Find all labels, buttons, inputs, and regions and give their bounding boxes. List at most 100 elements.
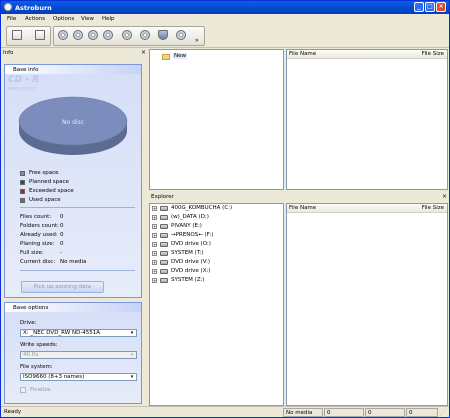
legend-swatch	[20, 180, 25, 185]
disc-settings-button[interactable]	[138, 29, 152, 45]
folder-icon	[162, 54, 170, 60]
write-speeds-label: Write speeds:	[20, 342, 58, 348]
stat-current-disc: Current disc: No media	[20, 259, 87, 265]
erase-disc-icon	[103, 30, 113, 40]
close-button[interactable]: ×	[436, 2, 446, 12]
base-options-title: Base options	[13, 305, 49, 311]
menu-actions[interactable]: Actions	[25, 16, 45, 22]
stat-already-used: Already used: 0	[20, 232, 64, 238]
expand-icon[interactable]: +	[152, 242, 157, 247]
minimize-button[interactable]: _	[414, 2, 424, 12]
expand-icon[interactable]: +	[152, 251, 157, 256]
status-value-3: 0	[406, 408, 438, 417]
toolbar-group-actions: »	[53, 26, 205, 46]
hard-drive-icon	[160, 206, 168, 211]
legend-swatch	[20, 198, 25, 203]
explorer-header: Explorer ×	[149, 193, 449, 202]
base-info-title: Base info	[13, 67, 39, 73]
cdr-watermark: CD - R	[8, 75, 40, 85]
status-bar: Ready No media 0 0 0 ⋰	[1, 406, 449, 417]
base-options-header: Base options	[5, 303, 141, 312]
title-bar: Astroburn _ □ ×	[1, 1, 449, 14]
menu-bar: File Actions Options View Help	[1, 14, 449, 24]
stat-files-count: Files count: 0	[20, 214, 64, 220]
project-tree-pane[interactable]: New	[149, 49, 284, 190]
stat-folders-count: Folders count: 0	[20, 223, 64, 229]
disc-usage-pie: No disc	[18, 96, 128, 155]
expand-icon[interactable]: +	[152, 278, 157, 283]
status-media: No media	[283, 408, 323, 417]
expand-icon[interactable]: +	[152, 215, 157, 220]
expand-icon[interactable]: +	[152, 269, 157, 274]
col-file-size[interactable]: File Size	[422, 205, 444, 211]
expand-icon[interactable]: +	[152, 206, 157, 211]
window-title: Astroburn	[15, 4, 52, 12]
divider	[20, 270, 135, 271]
toolbar-group-file	[6, 26, 51, 46]
explorer-file-list[interactable]: File Name File Size	[286, 203, 448, 406]
burn-disc-button[interactable]	[56, 29, 70, 45]
resize-grip-icon[interactable]: ⋰	[440, 410, 445, 416]
project-file-list[interactable]: File Name File Size	[286, 49, 448, 190]
stat-full-size: Full size: -	[20, 250, 62, 256]
save-image-button[interactable]	[86, 29, 100, 45]
hard-drive-icon	[160, 215, 168, 220]
menu-file[interactable]: File	[7, 16, 16, 22]
col-file-name[interactable]: File Name	[289, 51, 316, 57]
file-system-value: ISO9660 (8+3 names)	[23, 374, 85, 380]
hard-drive-icon	[160, 224, 168, 229]
maximize-button[interactable]: □	[425, 2, 435, 12]
copy-disc-icon	[73, 30, 83, 40]
file-system-label: File system:	[20, 364, 53, 370]
open-image-button[interactable]	[33, 29, 47, 45]
toolbar: »	[1, 24, 449, 48]
expand-icon[interactable]: +	[152, 233, 157, 238]
toolbar-overflow-icon[interactable]: »	[195, 37, 199, 44]
dvd-drive-icon	[160, 242, 168, 247]
shield-icon	[158, 30, 168, 40]
finalize-label: Finalize	[30, 387, 51, 393]
shield-button[interactable]	[156, 29, 170, 45]
col-file-size[interactable]: File Size	[422, 51, 444, 57]
dvd-drive-icon	[160, 269, 168, 274]
hard-drive-icon	[160, 233, 168, 238]
open-image-icon	[35, 30, 45, 40]
info-panel-title: Info	[3, 50, 14, 56]
col-file-name[interactable]: File Name	[289, 205, 316, 211]
erase-disc-button[interactable]	[101, 29, 115, 45]
menu-view[interactable]: View	[81, 16, 94, 22]
menu-options[interactable]: Options	[53, 16, 74, 22]
project-list-header: File Name File Size	[287, 50, 447, 59]
file-system-select[interactable]: ISO9660 (8+3 names) ▾	[20, 373, 137, 381]
status-text: Ready	[4, 409, 22, 415]
radiation-button[interactable]	[120, 29, 134, 45]
media-info-button[interactable]	[174, 29, 188, 45]
chevron-down-icon[interactable]: ▾	[128, 330, 136, 336]
chevron-down-icon[interactable]: ▾	[128, 352, 136, 358]
dvd-drive-icon	[160, 260, 168, 265]
explorer-title: Explorer	[151, 194, 174, 200]
hard-drive-icon	[160, 278, 168, 283]
project-root-node[interactable]: New	[173, 53, 187, 59]
explorer-tree-pane[interactable]: +400G_KOMBUCHA (C:) + (w)_DATA (D:) + PIVA…	[149, 203, 284, 406]
finalize-checkbox[interactable]	[20, 387, 26, 393]
divider	[20, 207, 135, 208]
pie-label: No disc	[62, 119, 84, 126]
info-panel-close-icon[interactable]: ×	[141, 49, 146, 56]
chevron-down-icon[interactable]: ▾	[128, 374, 136, 380]
radiation-icon	[122, 30, 132, 40]
copy-disc-button[interactable]	[71, 29, 85, 45]
media-info-icon	[176, 30, 186, 40]
explorer-close-icon[interactable]: ×	[442, 193, 447, 200]
expand-icon[interactable]: +	[152, 260, 157, 265]
legend-swatch	[20, 189, 25, 194]
menu-help[interactable]: Help	[102, 16, 115, 22]
write-speed-select[interactable]: 40.0x ▾	[20, 351, 137, 359]
expand-icon[interactable]: +	[152, 224, 157, 229]
burn-disc-icon	[58, 30, 68, 40]
info-panel-header: Info ×	[1, 49, 148, 58]
pick-up-existing-data-button[interactable]: Pick up existing data	[21, 281, 104, 293]
disc-settings-icon	[140, 30, 150, 40]
drive-select[interactable]: X: _NEC DVD_RW ND-4551A ▾	[20, 329, 137, 337]
new-project-button[interactable]	[10, 29, 24, 45]
